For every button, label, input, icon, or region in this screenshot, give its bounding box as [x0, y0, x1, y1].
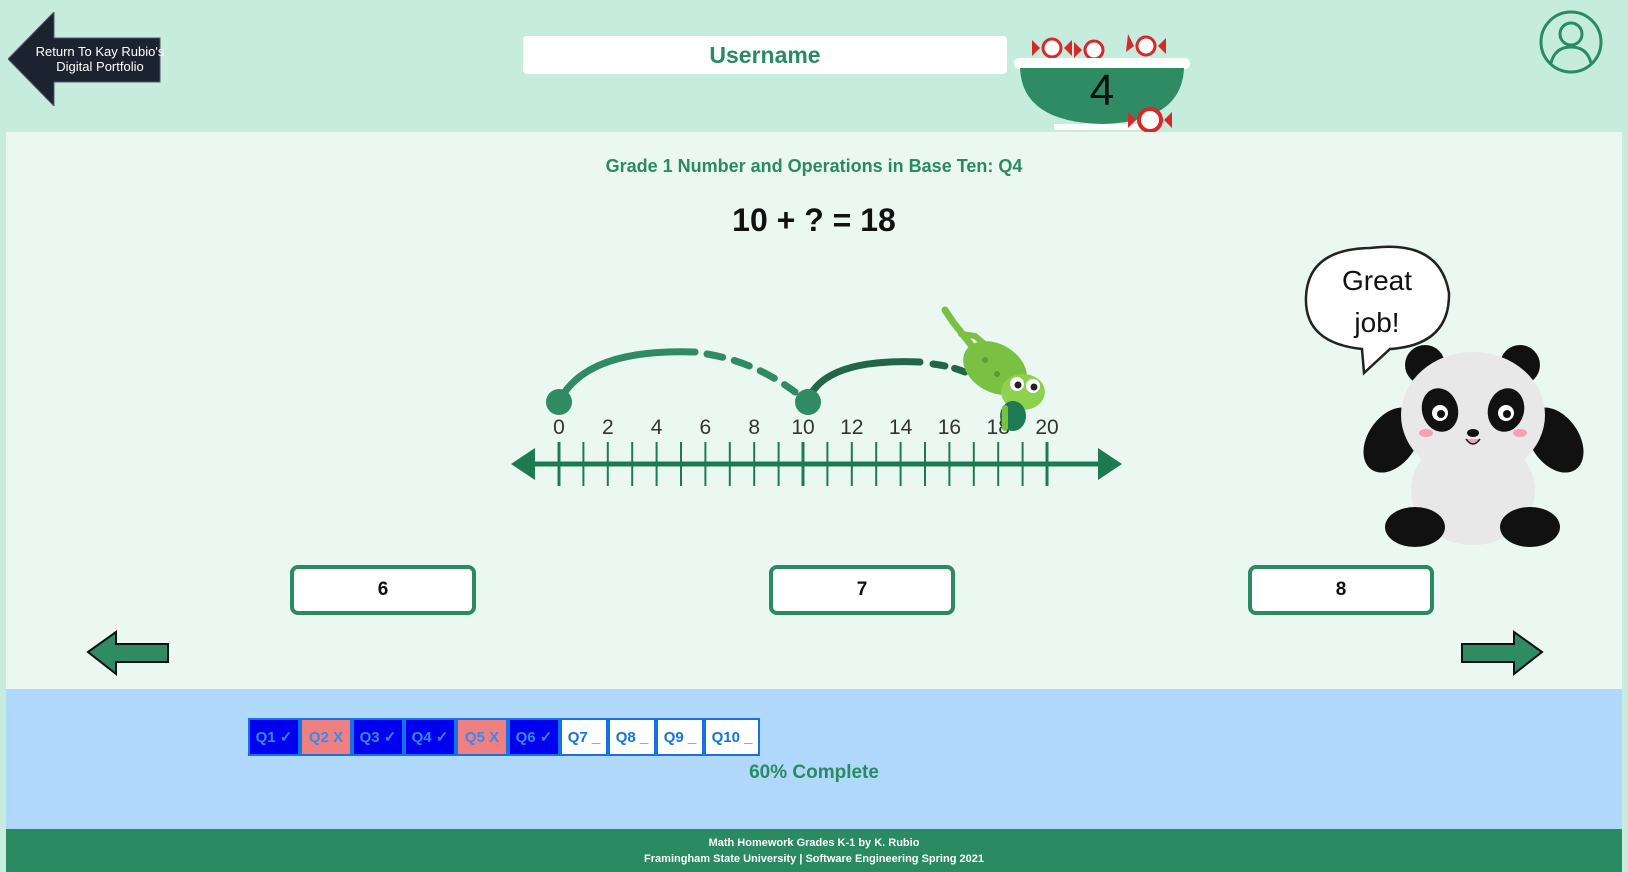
- number-line-label: 0: [553, 416, 565, 439]
- return-to-portfolio-label: Return To Kay Rubio's Digital Portfolio: [35, 44, 165, 74]
- jump-dot: [795, 389, 821, 415]
- footer-line-2: Framingham State University | Software E…: [644, 852, 984, 865]
- username-display: Username: [523, 36, 1007, 74]
- question-tracker: Q1 ✓ Q2 X Q3 ✓ Q4 ✓ Q5 X Q6 ✓ Q7 _ Q8 _ Q9 _ Q10 …: [248, 718, 760, 756]
- question-tracker-item[interactable]: Q6 ✓: [508, 718, 560, 756]
- question-tracker-item[interactable]: Q4 ✓: [404, 718, 456, 756]
- question-tracker-item[interactable]: Q5 X: [456, 718, 508, 756]
- question-tracker-item[interactable]: Q1 ✓: [248, 718, 300, 756]
- question-tracker-item[interactable]: Q7 _: [560, 718, 608, 756]
- answer-button-3[interactable]: 8: [1248, 565, 1434, 615]
- axis-right-arrow: [1098, 448, 1122, 480]
- number-line-graphic: 0 2 4 6 8 10 12 14 16 18 20: [511, 306, 1122, 486]
- panda-icon: Great job!: [1304, 245, 1584, 547]
- number-line-label: 12: [840, 416, 863, 439]
- candy-icon: [1032, 37, 1072, 59]
- jump-arc: [555, 348, 699, 406]
- number-line-label: 20: [1035, 416, 1058, 439]
- number-line-label: 16: [938, 416, 961, 439]
- candy-icon: [1126, 34, 1166, 57]
- jump-arc: [804, 358, 924, 404]
- return-to-portfolio-button[interactable]: Return To Kay Rubio's Digital Portfolio: [8, 12, 166, 106]
- number-line-label: 14: [889, 416, 913, 439]
- candy-icon: [1074, 39, 1105, 61]
- number-line-label: 4: [651, 416, 663, 439]
- question-tracker-item[interactable]: Q3 ✓: [352, 718, 404, 756]
- arrow-right-icon: [1461, 630, 1544, 677]
- profile-button[interactable]: [1538, 9, 1604, 75]
- question-title: Grade 1 Number and Operations in Base Te…: [605, 156, 1023, 176]
- arrow-left-icon: [86, 630, 169, 677]
- start-dot: [546, 389, 572, 415]
- panda-mascot: Great job!: [1300, 245, 1590, 555]
- previous-question-button[interactable]: [86, 630, 170, 678]
- answer-button-2[interactable]: 7: [769, 565, 955, 615]
- question-tracker-item[interactable]: Q2 X: [300, 718, 352, 756]
- speech-bubble-line1: Great: [1342, 265, 1412, 296]
- candy-bowl: 4: [1012, 26, 1192, 134]
- speech-bubble-line2: job!: [1353, 307, 1399, 338]
- next-question-button[interactable]: [1460, 630, 1544, 678]
- user-circle-icon: [1539, 10, 1603, 74]
- number-line-label: 2: [602, 416, 614, 439]
- footer: Math Homework Grades K-1 by K. Rubio Fra…: [6, 829, 1622, 872]
- progress-panel: [6, 689, 1622, 829]
- equation: 10 + ? = 18: [732, 202, 896, 238]
- number-line-label: 10: [791, 416, 814, 439]
- jump-arc-dashed: [703, 350, 799, 396]
- number-line: 0 2 4 6 8 10 12 14 16 18 20: [505, 300, 1125, 500]
- axis-left-arrow: [511, 448, 535, 480]
- jump-arc-dashed: [929, 360, 969, 376]
- candy-count: 4: [1089, 66, 1115, 115]
- question-tracker-item[interactable]: Q10 _: [704, 718, 760, 756]
- question-tracker-item[interactable]: Q8 _: [608, 718, 656, 756]
- number-line-label: 8: [748, 416, 760, 439]
- footer-line-1: Math Homework Grades K-1 by K. Rubio: [708, 836, 920, 849]
- question-tracker-item[interactable]: Q9 _: [656, 718, 704, 756]
- answer-button-1[interactable]: 6: [290, 565, 476, 615]
- progress-percent: 60% Complete: [749, 762, 879, 783]
- number-line-label: 6: [700, 416, 712, 439]
